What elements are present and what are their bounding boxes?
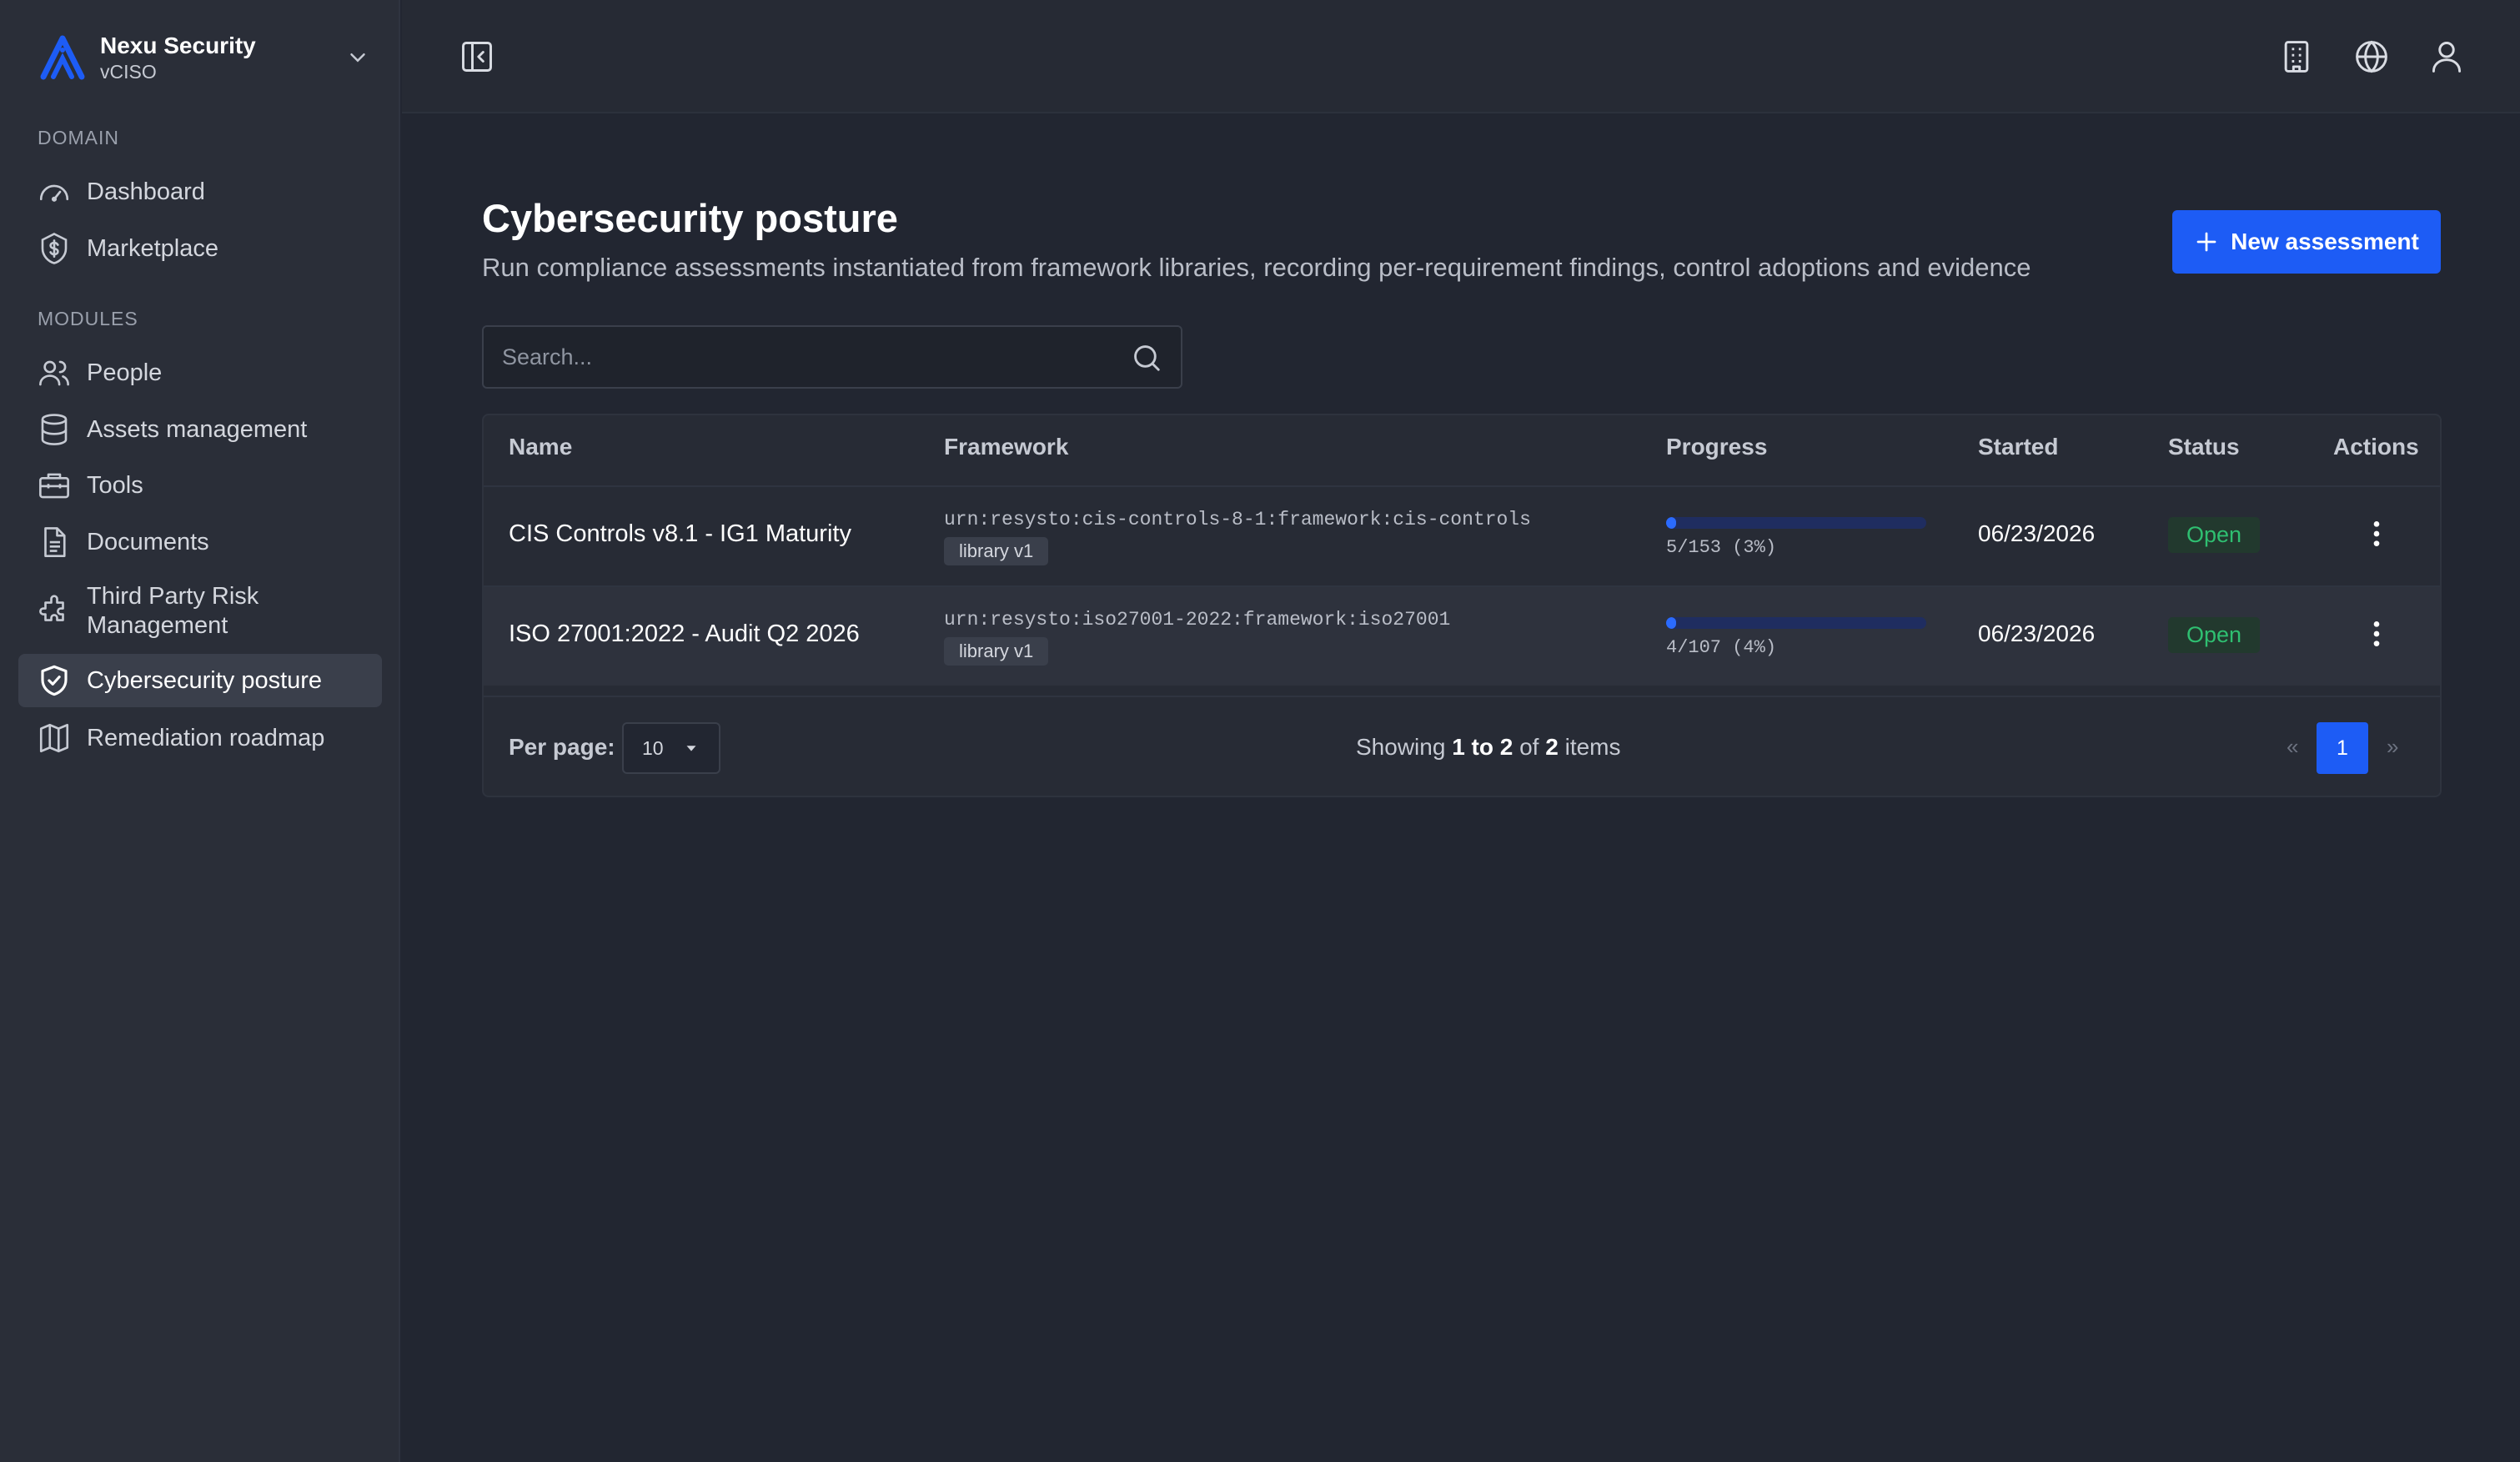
showing-total: 2 bbox=[1545, 734, 1559, 760]
dollar-coin-icon bbox=[41, 233, 68, 264]
progress-bar bbox=[1666, 517, 1926, 529]
sidebar-item-label: Documents bbox=[87, 528, 209, 555]
search-icon[interactable] bbox=[1131, 342, 1162, 374]
search-input[interactable] bbox=[502, 327, 1102, 387]
brand-logo-icon bbox=[40, 35, 85, 80]
column-header-status[interactable]: Status bbox=[2168, 434, 2240, 460]
table-row[interactable]: CIS Controls v8.1 - IG1 Maturity urn:res… bbox=[484, 485, 2440, 585]
started-date: 06/23/2026 bbox=[1978, 520, 2096, 546]
progress-bar-fill bbox=[1666, 517, 1677, 529]
sidebar-item-label: Remediation roadmap bbox=[87, 724, 325, 751]
assessments-table: Name Framework Progress Started Status A… bbox=[482, 414, 2442, 797]
sidebar-item-marketplace[interactable]: Marketplace bbox=[18, 222, 382, 275]
sidebar-item-label: Tools bbox=[87, 471, 143, 499]
topbar bbox=[402, 0, 2520, 113]
framework-urn: urn:resysto:iso27001-2022:framework:iso2… bbox=[944, 609, 1451, 631]
pagination-bar: Per page: 10 Showing 1 to 2 of 2 items «… bbox=[484, 696, 2440, 797]
progress-text: 4/107 (4%) bbox=[1666, 637, 1777, 658]
per-page-value: 10 bbox=[642, 736, 664, 759]
status-badge: Open bbox=[2168, 517, 2261, 553]
org-switcher[interactable]: Nexu Security vCISO bbox=[37, 28, 370, 87]
sidebar-item-label: Assets management bbox=[87, 415, 308, 443]
sidebar-collapse-icon[interactable] bbox=[459, 38, 495, 75]
page-button-current[interactable]: 1 bbox=[2317, 722, 2368, 774]
page-title: Cybersecurity posture bbox=[482, 196, 898, 240]
progress-text: 5/153 (3%) bbox=[1666, 537, 1777, 558]
progress-bar bbox=[1666, 617, 1926, 629]
section-label-domain: DOMAIN bbox=[38, 127, 119, 148]
more-actions-icon[interactable] bbox=[2360, 517, 2393, 550]
sidebar-item-cybersecurity-posture[interactable]: Cybersecurity posture bbox=[18, 654, 382, 707]
users-icon bbox=[39, 360, 69, 386]
column-header-progress[interactable]: Progress bbox=[1666, 434, 1767, 460]
sidebar-item-label: Marketplace bbox=[87, 234, 218, 262]
puzzle-icon bbox=[39, 595, 64, 621]
table-row[interactable]: ISO 27001:2022 - Audit Q2 2026 urn:resys… bbox=[484, 585, 2440, 686]
sidebar-item-third-party-risk[interactable]: Third Party Risk Management bbox=[18, 579, 382, 644]
column-header-framework[interactable]: Framework bbox=[944, 434, 1068, 460]
per-page-label: Per page: bbox=[509, 734, 615, 760]
chevron-down-icon bbox=[350, 53, 365, 63]
assessment-name[interactable]: CIS Controls v8.1 - IG1 Maturity bbox=[509, 520, 851, 548]
gauge-icon bbox=[39, 184, 69, 202]
framework-urn: urn:resysto:cis-controls-8-1:framework:c… bbox=[944, 509, 1531, 530]
column-header-actions: Actions bbox=[2333, 434, 2419, 460]
framework-library-tag: library v1 bbox=[944, 537, 1049, 565]
sidebar-item-label: People bbox=[87, 359, 163, 386]
sidebar-item-tools[interactable]: Tools bbox=[18, 459, 382, 512]
database-icon bbox=[41, 414, 68, 445]
building-icon[interactable] bbox=[2278, 38, 2315, 75]
column-header-name[interactable]: Name bbox=[509, 434, 572, 460]
sidebar-item-dashboard[interactable]: Dashboard bbox=[18, 165, 382, 219]
started-date: 06/23/2026 bbox=[1978, 620, 2096, 646]
showing-prefix: Showing bbox=[1356, 734, 1446, 760]
section-label-modules: MODULES bbox=[38, 308, 138, 329]
next-page-button[interactable]: » bbox=[2387, 734, 2398, 760]
sidebar-item-label: Cybersecurity posture bbox=[87, 666, 323, 694]
search-box bbox=[482, 325, 1182, 389]
sidebar-item-documents[interactable]: Documents bbox=[18, 515, 382, 569]
sidebar: Nexu Security vCISO DOMAIN Dashboard Mar… bbox=[0, 0, 400, 1462]
globe-icon[interactable] bbox=[2353, 38, 2390, 75]
progress-bar-fill bbox=[1666, 617, 1677, 629]
toolbox-icon bbox=[39, 473, 69, 499]
more-actions-icon[interactable] bbox=[2360, 617, 2393, 651]
column-header-started[interactable]: Started bbox=[1978, 434, 2058, 460]
showing-summary: Showing 1 to 2 of 2 items bbox=[1356, 734, 1621, 761]
showing-suffix: items bbox=[1564, 734, 1621, 760]
user-icon[interactable] bbox=[2428, 38, 2465, 75]
map-icon bbox=[39, 723, 69, 753]
previous-page-button[interactable]: « bbox=[2287, 734, 2298, 760]
sidebar-item-people[interactable]: People bbox=[18, 346, 382, 399]
document-icon bbox=[44, 527, 66, 557]
sidebar-item-assets-management[interactable]: Assets management bbox=[18, 403, 382, 456]
per-page-select[interactable]: 10 bbox=[622, 722, 720, 774]
caret-down-icon bbox=[686, 746, 696, 751]
page-description: Run compliance assessments instantiated … bbox=[482, 253, 2031, 282]
showing-range: 1 to 2 bbox=[1452, 734, 1514, 760]
sidebar-item-label: Dashboard bbox=[87, 178, 205, 205]
assessment-name[interactable]: ISO 27001:2022 - Audit Q2 2026 bbox=[509, 620, 860, 648]
new-assessment-button[interactable]: New assessment bbox=[2172, 210, 2441, 274]
brand-subtitle: vCISO bbox=[100, 61, 157, 83]
plus-icon bbox=[2196, 232, 2216, 252]
status-badge: Open bbox=[2168, 617, 2261, 653]
new-assessment-label: New assessment bbox=[2231, 229, 2419, 254]
sidebar-item-remediation-roadmap[interactable]: Remediation roadmap bbox=[18, 711, 382, 765]
framework-library-tag: library v1 bbox=[944, 637, 1049, 666]
sidebar-item-label: Third Party Risk Management bbox=[87, 583, 259, 639]
showing-of: of bbox=[1519, 734, 1539, 760]
brand-name: Nexu Security bbox=[100, 33, 256, 58]
shield-check-icon bbox=[41, 665, 68, 696]
